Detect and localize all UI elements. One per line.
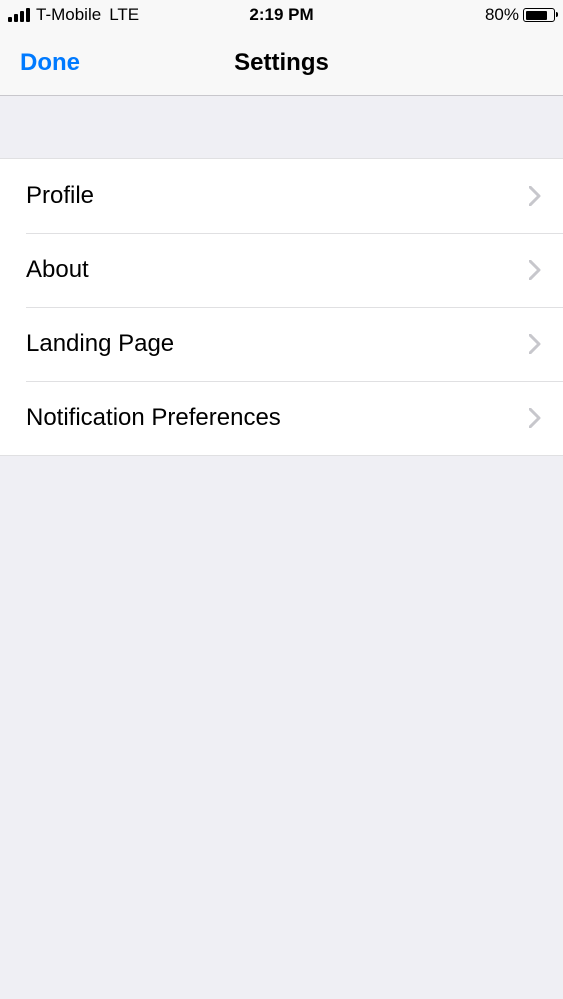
page-title: Settings [234, 49, 329, 77]
status-time: 2:19 PM [249, 5, 313, 25]
section-spacer [0, 96, 563, 158]
list-item-label: Landing Page [26, 330, 174, 358]
settings-item-about[interactable]: About [0, 233, 563, 307]
list-item-label: About [26, 256, 89, 284]
settings-item-profile[interactable]: Profile [0, 159, 563, 233]
status-right: 80% [485, 5, 555, 25]
chevron-right-icon [529, 334, 541, 354]
list-item-label: Profile [26, 182, 94, 210]
carrier-label: T-Mobile [36, 5, 101, 25]
chevron-right-icon [529, 186, 541, 206]
list-item-label: Notification Preferences [26, 404, 281, 432]
settings-item-landing-page[interactable]: Landing Page [0, 307, 563, 381]
status-left: T-Mobile LTE [8, 5, 139, 25]
signal-strength-icon [8, 8, 30, 22]
battery-percent-label: 80% [485, 5, 519, 25]
done-button[interactable]: Done [20, 49, 80, 77]
navigation-bar: Done Settings [0, 30, 563, 96]
chevron-right-icon [529, 408, 541, 428]
chevron-right-icon [529, 260, 541, 280]
status-bar: T-Mobile LTE 2:19 PM 80% [0, 0, 563, 30]
settings-item-notification-preferences[interactable]: Notification Preferences [0, 381, 563, 455]
settings-list: Profile About Landing Page Notification … [0, 158, 563, 456]
network-type-label: LTE [109, 5, 139, 25]
battery-icon [523, 8, 555, 22]
